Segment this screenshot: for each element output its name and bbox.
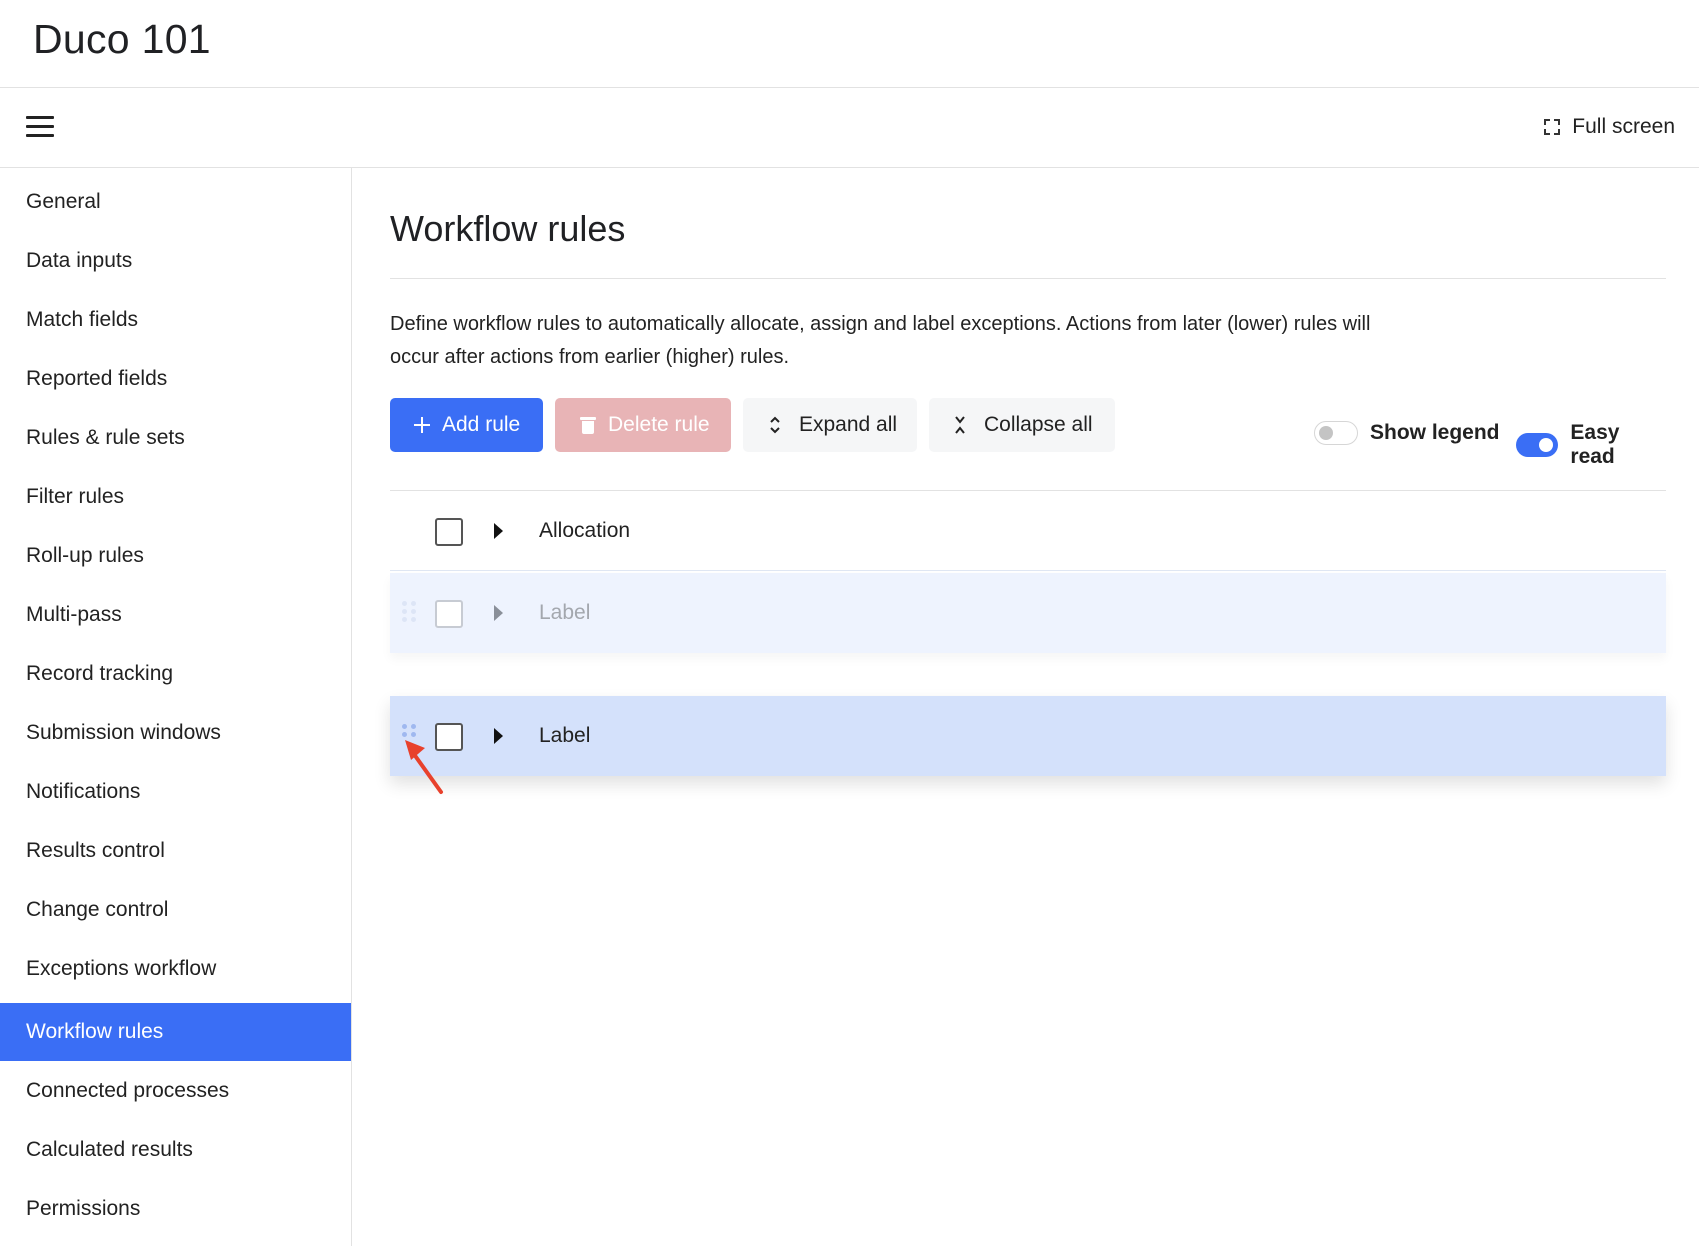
sidebar-item-submission-windows[interactable]: Submission windows: [0, 704, 351, 762]
sidebar-item-record-tracking[interactable]: Record tracking: [0, 645, 351, 703]
rule-label: Label: [539, 724, 591, 747]
expand-all-label: Expand all: [799, 413, 898, 436]
rule-row-dragging[interactable]: Label: [390, 696, 1666, 776]
show-legend-label: Show legend: [1370, 421, 1500, 444]
expand-caret-icon[interactable]: [494, 728, 503, 744]
rule-checkbox[interactable]: [435, 600, 463, 628]
sidebar-item-match-fields[interactable]: Match fields: [0, 291, 351, 349]
annotation-arrow-icon: [405, 740, 443, 794]
sidebar-item-notifications[interactable]: Notifications: [0, 763, 351, 821]
rule-label: Label: [539, 601, 591, 624]
sidebar-item-exceptions-workflow[interactable]: Exceptions workflow: [0, 940, 351, 998]
easy-read-toggle[interactable]: Easy read: [1516, 421, 1666, 469]
expand-caret-icon[interactable]: [494, 523, 503, 539]
delete-rule-label: Delete rule: [608, 413, 710, 436]
sidebar-item-results-control[interactable]: Results control: [0, 822, 351, 880]
easy-read-label: Easy read: [1570, 421, 1620, 468]
toolbar: Full screen: [0, 88, 1699, 168]
rule-row-drop-placeholder: Label: [390, 573, 1666, 653]
title-bar: Duco 101: [0, 0, 1699, 88]
add-rule-button[interactable]: Add rule: [390, 398, 543, 452]
sidebar-item-reported-fields[interactable]: Reported fields: [0, 350, 351, 408]
sidebar-item-calculated-results[interactable]: Calculated results: [0, 1121, 351, 1179]
page-title: Workflow rules: [390, 208, 626, 249]
plus-icon: [414, 417, 430, 433]
collapse-all-label: Collapse all: [984, 413, 1093, 436]
easy-read-switch[interactable]: [1516, 433, 1559, 457]
expand-caret-icon[interactable]: [494, 605, 503, 621]
sidebar-item-workflow-rules[interactable]: Workflow rules: [0, 1003, 351, 1061]
fullscreen-icon: [1544, 119, 1561, 135]
collapse-all-button[interactable]: Collapse all: [929, 398, 1115, 452]
delete-rule-button[interactable]: Delete rule: [555, 398, 731, 452]
app-title: Duco 101: [33, 16, 211, 62]
sidebar-item-permissions[interactable]: Permissions: [0, 1180, 351, 1238]
show-legend-toggle[interactable]: Show legend: [1314, 421, 1500, 445]
drag-handle-icon[interactable]: [402, 601, 416, 623]
sidebar-item-change-control[interactable]: Change control: [0, 881, 351, 939]
sidebar-item-data-inputs[interactable]: Data inputs: [0, 232, 351, 290]
show-legend-switch[interactable]: [1314, 421, 1358, 445]
sidebar-item-rules-rule-sets[interactable]: Rules & rule sets: [0, 409, 351, 467]
hamburger-menu-icon[interactable]: [26, 116, 54, 138]
sidebar-item-multi-pass[interactable]: Multi-pass: [0, 586, 351, 644]
sidebar-nav: General Data inputs Match fields Reporte…: [0, 168, 352, 1246]
expand-all-button[interactable]: Expand all: [743, 398, 917, 452]
expand-chevrons-icon: [770, 416, 780, 434]
rule-checkbox[interactable]: [435, 518, 463, 546]
fullscreen-button[interactable]: Full screen: [1544, 110, 1675, 144]
sidebar-item-connected-processes[interactable]: Connected processes: [0, 1062, 351, 1120]
page-description: Define workflow rules to automatically a…: [390, 313, 1371, 368]
sidebar-item-roll-up-rules[interactable]: Roll-up rules: [0, 527, 351, 585]
add-rule-label: Add rule: [442, 413, 521, 436]
fullscreen-label: Full screen: [1572, 115, 1675, 138]
trash-icon: [580, 416, 596, 434]
collapse-chevrons-icon: [955, 416, 965, 434]
sidebar-item-general[interactable]: General: [0, 173, 351, 231]
rule-row-allocation: Allocation: [390, 491, 1666, 571]
title-divider: [390, 278, 1666, 279]
sidebar-item-filter-rules[interactable]: Filter rules: [0, 468, 351, 526]
rule-label: Allocation: [539, 519, 631, 542]
